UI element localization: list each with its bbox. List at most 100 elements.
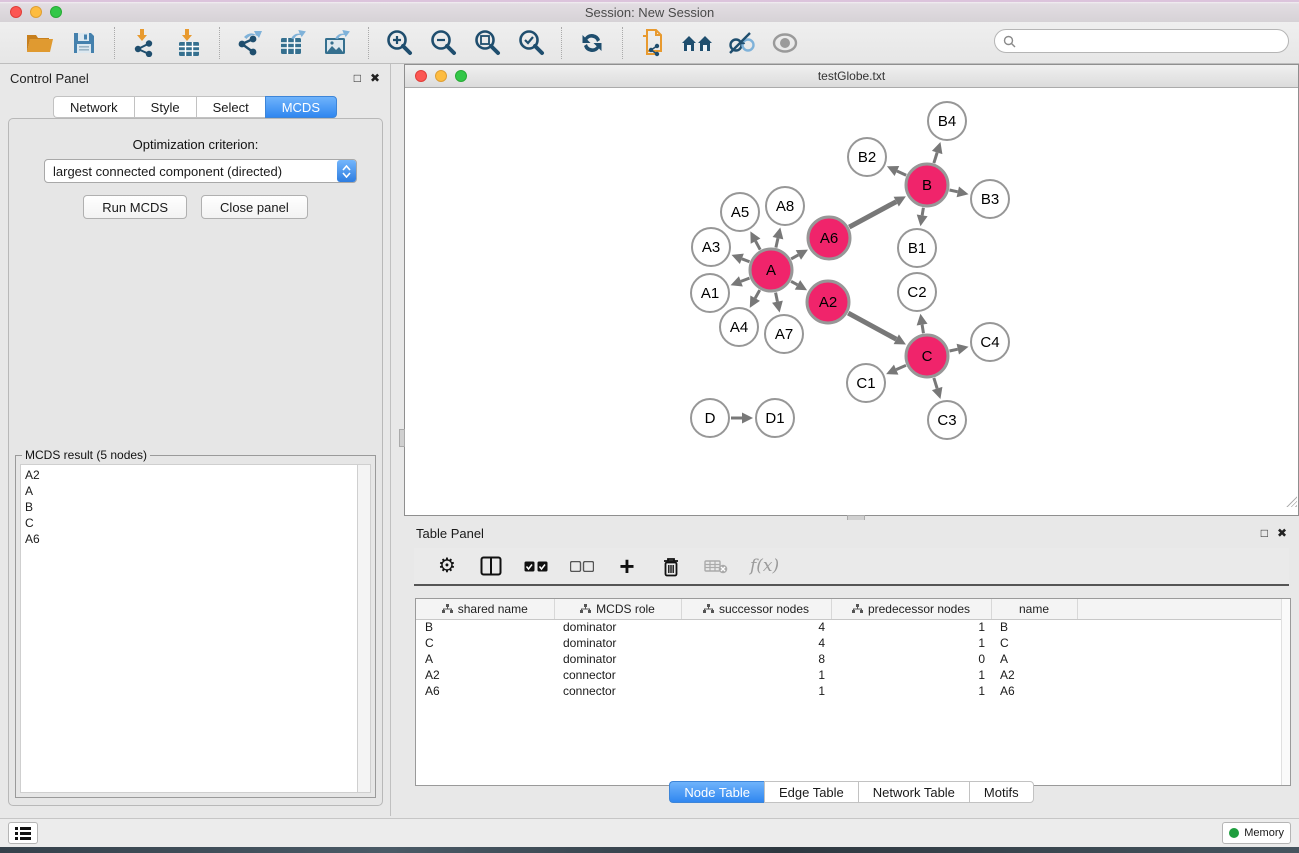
edge-A-A8[interactable] [776,238,778,247]
node-A3[interactable]: A3 [692,228,730,266]
node-C3[interactable]: C3 [928,401,966,439]
memory-button[interactable]: Memory [1222,822,1291,844]
node-C[interactable]: C [906,335,948,377]
zoom-fit-button[interactable] [469,26,505,60]
node-C1[interactable]: C1 [847,364,885,402]
open-file-button[interactable] [22,26,58,60]
edge-A-A6[interactable] [791,255,798,259]
import-network-button[interactable] [127,26,163,60]
column-header-name[interactable]: name [991,599,1077,619]
table-row[interactable]: Adominator80A [416,651,1290,667]
apply-function-button[interactable]: f(x) [750,556,779,576]
node-D1[interactable]: D1 [756,399,794,437]
delete-table-button[interactable] [704,558,728,574]
node-A1[interactable]: A1 [691,274,729,312]
edge-A-A5[interactable] [756,241,761,250]
result-list-item[interactable]: A6 [25,531,353,547]
table-row[interactable]: Bdominator41B [416,619,1290,635]
table-settings-button[interactable]: ⚙ [436,556,458,576]
export-table-button[interactable] [276,26,312,60]
network-graph[interactable]: AA1A2A3A4A5A6A7A8BB1B2B3B4CC1C2C3C4DD1 [405,88,1298,515]
node-A6[interactable]: A6 [808,217,850,259]
refresh-button[interactable] [574,26,610,60]
column-header-successor-nodes[interactable]: successor nodes [681,599,831,619]
result-list-item[interactable]: B [25,499,353,515]
edge-C-C4[interactable] [949,349,957,351]
close-panel-button[interactable]: Close panel [201,195,308,219]
close-table-panel-icon[interactable]: ✖ [1277,527,1287,539]
add-column-button[interactable]: + [616,556,638,577]
panel-splitter-grip-vertical[interactable] [399,429,405,447]
edge-C-C3[interactable] [934,378,937,389]
edge-B-B4[interactable] [934,152,937,163]
import-table-button[interactable] [171,26,207,60]
edge-B-B3[interactable] [949,190,957,192]
hide-labels-button[interactable] [723,26,759,60]
float-panel-icon[interactable]: □ [354,72,361,84]
tab-network[interactable]: Network [53,96,134,118]
column-header-predecessor-nodes[interactable]: predecessor nodes [831,599,991,619]
minimize-window-button[interactable] [30,6,42,18]
table-scrollbar[interactable] [1281,599,1290,785]
node-A8[interactable]: A8 [766,187,804,225]
run-mcds-button[interactable]: Run MCDS [83,195,187,219]
network-canvas[interactable]: AA1A2A3A4A5A6A7A8BB1B2B3B4CC1C2C3C4DD1 [405,88,1298,515]
task-history-button[interactable] [8,822,38,844]
mcds-result-list[interactable]: A2ABCA6 [20,464,357,793]
edge-C-C1[interactable] [896,365,906,369]
export-image-button[interactable] [320,26,356,60]
tab-node-table[interactable]: Node Table [669,781,764,803]
select-all-button[interactable] [524,561,548,572]
network-minimize-button[interactable] [435,70,447,82]
edge-A6-B[interactable] [849,202,896,227]
tab-motifs[interactable]: Motifs [969,781,1034,803]
node-A7[interactable]: A7 [765,315,803,353]
edge-A2-C[interactable] [848,313,896,339]
first-neighbors-button[interactable] [679,26,715,60]
edge-A-A3[interactable] [742,259,750,262]
node-B1[interactable]: B1 [898,229,936,267]
tab-mcds[interactable]: MCDS [265,96,337,118]
edge-A-A7[interactable] [776,293,778,302]
zoom-window-button[interactable] [50,6,62,18]
show-columns-button[interactable] [480,556,502,576]
edge-C-C2[interactable] [922,325,923,334]
tab-edge-table[interactable]: Edge Table [764,781,858,803]
table-row[interactable]: Cdominator41C [416,635,1290,651]
node-B[interactable]: B [906,164,948,206]
zoom-in-button[interactable] [381,26,417,60]
tab-select[interactable]: Select [196,96,265,118]
node-A4[interactable]: A4 [720,308,758,346]
node-B2[interactable]: B2 [848,138,886,176]
edge-B-B1[interactable] [922,208,923,216]
node-A2[interactable]: A2 [807,281,849,323]
node-B4[interactable]: B4 [928,102,966,140]
export-network-button[interactable] [232,26,268,60]
close-window-button[interactable] [10,6,22,18]
new-network-from-selection-button[interactable] [635,26,671,60]
tab-network-table[interactable]: Network Table [858,781,969,803]
result-list-item[interactable]: C [25,515,353,531]
edge-A-A1[interactable] [741,278,750,281]
node-A5[interactable]: A5 [721,193,759,231]
node-A[interactable]: A [750,249,792,291]
close-panel-icon[interactable]: ✖ [370,72,380,84]
table-row[interactable]: A6connector11A6 [416,683,1290,699]
save-session-button[interactable] [66,26,102,60]
edge-A-A4[interactable] [755,290,760,298]
node-C2[interactable]: C2 [898,273,936,311]
network-close-button[interactable] [415,70,427,82]
result-list-item[interactable]: A [25,483,353,499]
delete-column-button[interactable] [660,556,682,577]
zoom-selected-button[interactable] [513,26,549,60]
float-table-panel-icon[interactable]: □ [1261,527,1268,539]
node-C4[interactable]: C4 [971,323,1009,361]
edge-B-B2[interactable] [897,171,906,175]
zoom-out-button[interactable] [425,26,461,60]
search-input[interactable] [1020,34,1288,48]
criterion-dropdown[interactable]: largest connected component (directed) [44,159,357,183]
table-row[interactable]: A2connector11A2 [416,667,1290,683]
network-zoom-button[interactable] [455,70,467,82]
deselect-all-button[interactable] [570,561,594,572]
result-scrollbar[interactable] [357,464,371,793]
